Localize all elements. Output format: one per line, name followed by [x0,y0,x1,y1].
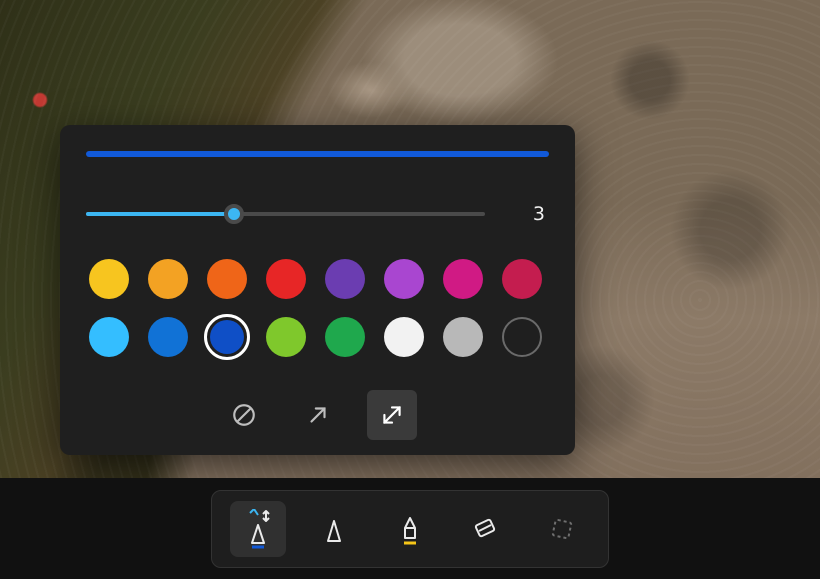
thickness-value: 3 [495,203,549,225]
eraser-icon [471,514,501,544]
pen-icon [319,511,349,547]
slider-fill [86,212,234,216]
color-swatch-crimson[interactable] [502,259,542,299]
color-swatch-amber[interactable] [148,259,188,299]
color-swatch-white[interactable] [384,317,424,357]
color-swatch-orange[interactable] [207,259,247,299]
arrow-tip-none[interactable] [219,390,269,440]
arrow-up-right-icon [305,402,331,428]
tool-eraser[interactable] [458,501,514,557]
thickness-slider[interactable] [86,204,485,224]
color-swatch-violet[interactable] [384,259,424,299]
bottom-toolbar [0,478,820,579]
pen-settings-popup: 3 [60,125,575,455]
arrow-tip-both[interactable] [367,390,417,440]
tool-pen[interactable] [306,501,362,557]
pen-blue-icon [240,509,276,549]
stroke-preview [86,151,549,157]
color-swatch-grey[interactable] [443,317,483,357]
arrow-tip-row [80,390,555,440]
color-swatch-none[interactable] [502,317,542,357]
arrow-both-icon [379,402,405,428]
color-swatch-grid [80,259,555,360]
thickness-row: 3 [80,203,555,225]
crop-icon [547,514,577,544]
color-swatch-yellow[interactable] [89,259,129,299]
arrow-tip-single[interactable] [293,390,343,440]
color-swatch-green[interactable] [325,317,365,357]
tool-group [211,490,609,568]
no-icon [231,402,257,428]
color-swatch-red[interactable] [266,259,306,299]
color-swatch-magenta[interactable] [443,259,483,299]
color-swatch-sky[interactable] [89,317,129,357]
tool-pen-blue[interactable] [230,501,286,557]
highlighter-icon [395,510,425,548]
color-swatch-indigo[interactable] [325,259,365,299]
color-swatch-lime[interactable] [266,317,306,357]
color-swatch-blue[interactable] [204,314,250,360]
tool-highlighter[interactable] [382,501,438,557]
slider-thumb[interactable] [224,204,244,224]
tool-crop[interactable] [534,501,590,557]
color-swatch-azure[interactable] [148,317,188,357]
